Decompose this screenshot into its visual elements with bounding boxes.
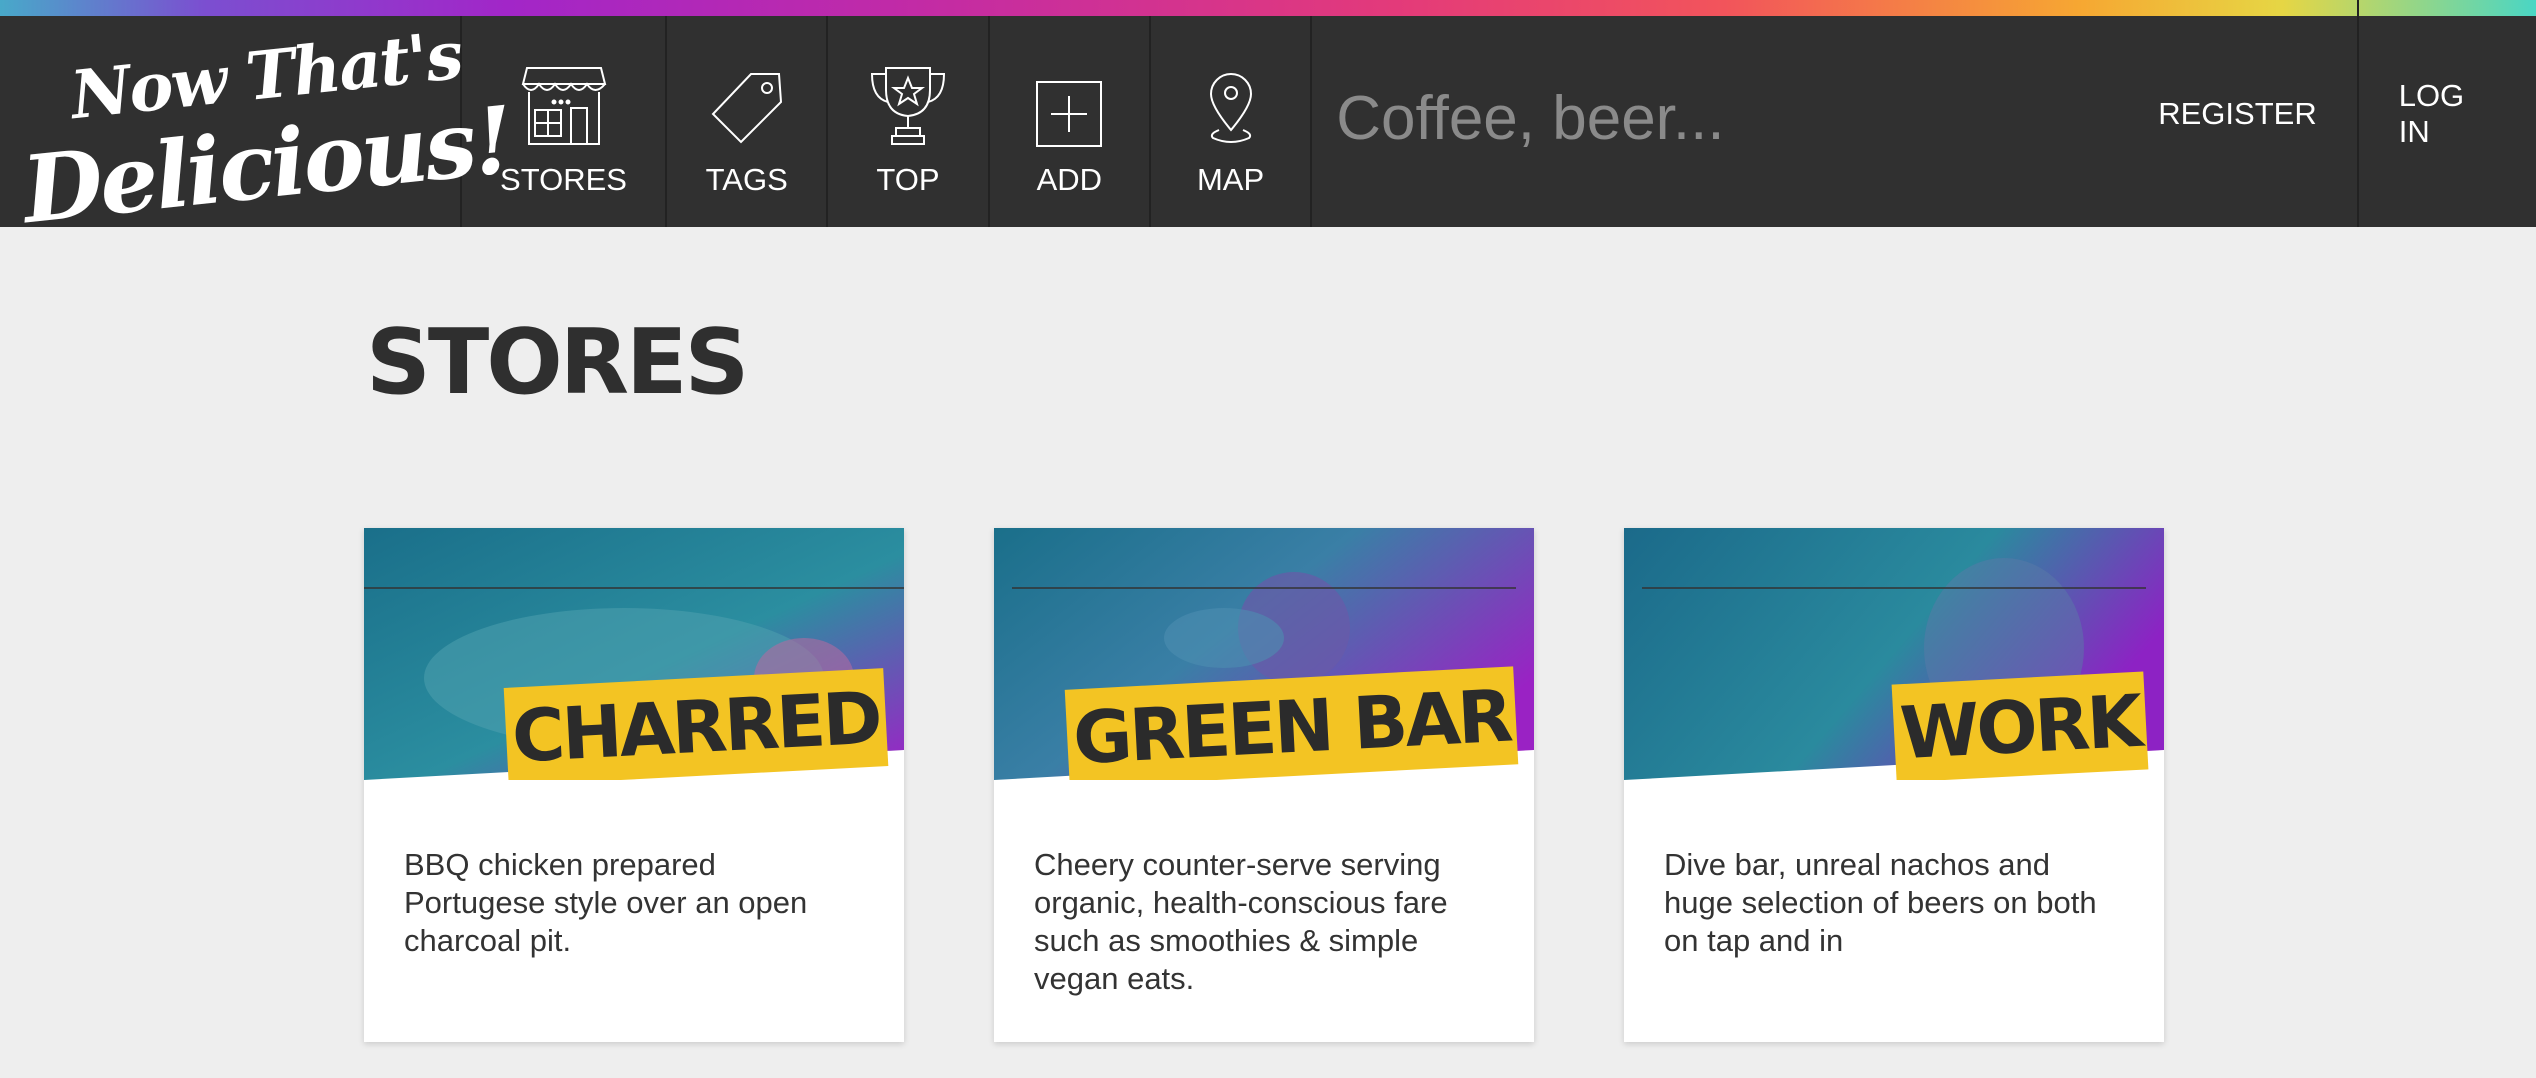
store-card[interactable]: CHARRED BBQ chicken prepared Portugese s… <box>364 528 904 1042</box>
login-link[interactable]: LOG IN <box>2359 0 2536 227</box>
register-link[interactable]: REGISTER <box>2138 0 2359 227</box>
store-name[interactable]: WORK <box>1891 671 2149 780</box>
store-card[interactable]: WORK Dive bar, unreal nachos and huge se… <box>1624 528 2164 1042</box>
trophy-icon <box>868 48 948 148</box>
nav-item-map[interactable]: MAP <box>1151 16 1313 227</box>
store-hero-image: WORK <box>1624 528 2164 780</box>
add-icon <box>1035 48 1103 148</box>
nav-item-label: ADD <box>1036 162 1103 197</box>
page-title: STORES <box>366 310 749 415</box>
store-description: Cheery counter-serve serving organic, he… <box>1034 847 1448 996</box>
search-bar <box>1312 16 2139 227</box>
store-hero-image: CHARRED <box>364 528 904 780</box>
logo[interactable]: Now That's Delicious! <box>0 16 516 245</box>
map-pin-icon <box>1203 48 1259 148</box>
nav-item-label: STORES <box>500 162 627 197</box>
top-nav: Now That's Delicious! STORES TAGS TOP AD… <box>0 0 2536 245</box>
store-name[interactable]: CHARRED <box>504 668 889 780</box>
search-input[interactable] <box>1334 82 2139 155</box>
tag-icon <box>707 48 787 148</box>
nav-item-add[interactable]: ADD <box>990 16 1151 227</box>
nav-item-label: MAP <box>1196 162 1265 197</box>
store-description: Dive bar, unreal nachos and huge selecti… <box>1664 847 2097 958</box>
store-list: CHARRED BBQ chicken prepared Portugese s… <box>364 528 2164 1042</box>
store-description: BBQ chicken prepared Portugese style ove… <box>404 847 808 958</box>
nav-item-label: TAGS <box>705 162 788 197</box>
store-icon <box>521 48 607 148</box>
auth-links: REGISTER LOG IN <box>2138 0 2536 227</box>
store-card[interactable]: GREEN BAR Cheery counter-serve serving o… <box>994 528 1534 1042</box>
nav-item-top[interactable]: TOP <box>828 16 990 227</box>
nav-item-label: TOP <box>876 162 940 197</box>
store-hero-image: GREEN BAR <box>994 528 1534 780</box>
nav-item-tags[interactable]: TAGS <box>667 16 829 227</box>
